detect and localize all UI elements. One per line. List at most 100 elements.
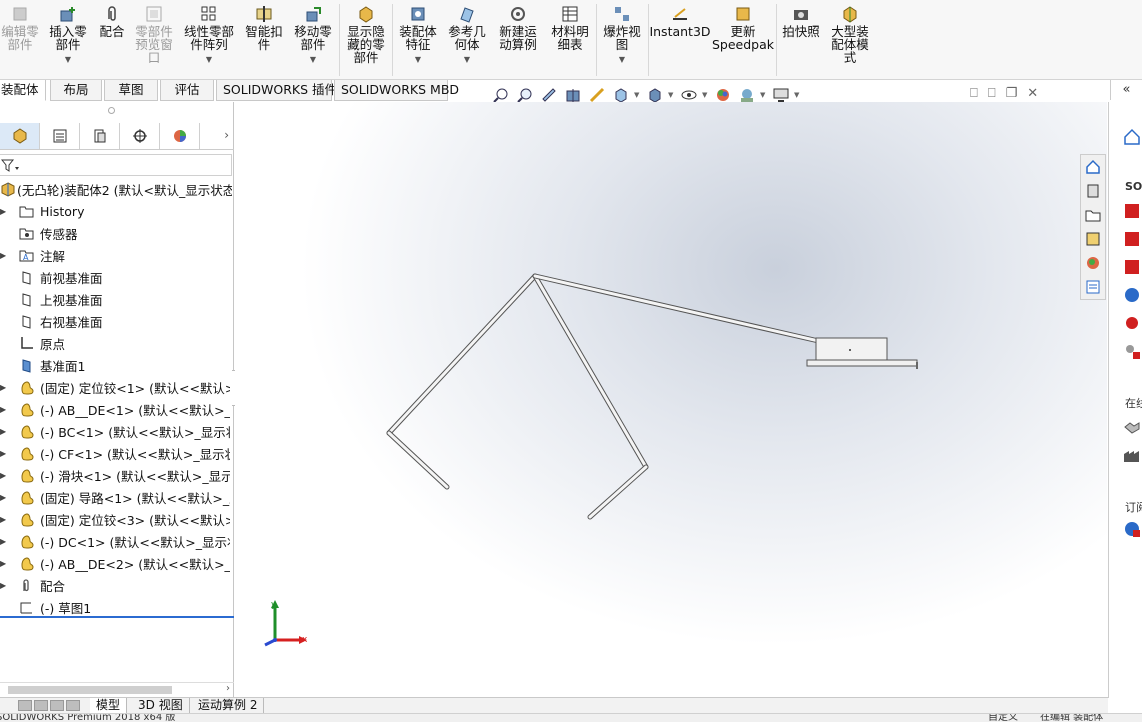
tree-node[interactable]: 传感器: [0, 222, 234, 244]
take-snapshot-button[interactable]: 拍快照: [780, 4, 822, 38]
tree-root-assembly[interactable]: (无凸轮)装配体2 (默认<默认_显示状态-: [0, 178, 234, 200]
tree-component-node[interactable]: ▶(固定) 定位铰<3> (默认<<默认>_显: [0, 508, 234, 530]
tab-3d-view[interactable]: 3D 视图: [132, 698, 190, 714]
chevron-down-icon[interactable]: ▼: [760, 91, 768, 99]
handshake-icon[interactable]: [1123, 418, 1141, 439]
tab-evaluate[interactable]: 评估: [160, 80, 214, 101]
smart-fasteners-button[interactable]: 智能扣 件: [242, 4, 286, 51]
tree-component-node[interactable]: ▶(固定) 定位铰<1> (默认<<默认>_显: [0, 376, 234, 398]
rollback-bar[interactable]: [0, 616, 234, 618]
home-icon[interactable]: [1081, 155, 1105, 179]
solidworks-fx2-icon[interactable]: [1123, 258, 1141, 279]
tab-motion-study-2[interactable]: 运动算例 2: [192, 698, 265, 714]
tree-node[interactable]: (-) 草图1: [0, 596, 234, 618]
tree-node[interactable]: 前视基准面: [0, 266, 234, 288]
expand-arrow-icon[interactable]: ▶: [0, 251, 6, 260]
graphics-area[interactable]: y x: [235, 102, 1107, 698]
tree-node[interactable]: 右视基准面: [0, 310, 234, 332]
task-pane-collapse-icon[interactable]: «: [1110, 80, 1142, 100]
custom-properties-icon[interactable]: [1081, 275, 1105, 299]
users-icon[interactable]: [1123, 342, 1141, 363]
horizontal-scrollbar[interactable]: ›: [0, 682, 234, 696]
chevron-down-icon[interactable]: ▼: [310, 53, 316, 66]
tree-node[interactable]: 上视基准面: [0, 288, 234, 310]
edit-component-button[interactable]: 编辑零 部件: [0, 4, 40, 51]
instant3d-button[interactable]: Instant3D: [649, 4, 711, 38]
chevron-down-icon[interactable]: ▼: [702, 91, 710, 99]
restore-icon[interactable]: ❐: [1006, 86, 1018, 101]
expand-arrow-icon[interactable]: ▶: [0, 471, 6, 480]
tab-solidworks-addins[interactable]: SOLIDWORKS 插件: [216, 80, 337, 101]
tree-component-node[interactable]: ▶(-) AB__DE<1> (默认<<默认>_显示: [0, 398, 234, 420]
expand-arrow-icon[interactable]: ▶: [0, 383, 6, 392]
view-palette-icon[interactable]: [1081, 227, 1105, 251]
insert-component-button[interactable]: 插入零 部件 ▼: [46, 4, 90, 66]
expand-arrow-icon[interactable]: ▶: [0, 559, 6, 568]
chevron-down-icon[interactable]: ▼: [65, 53, 71, 66]
tree-node[interactable]: 原点: [0, 332, 234, 354]
tab-assembly[interactable]: 装配体: [0, 80, 46, 101]
tab-layout[interactable]: 布局: [50, 80, 102, 101]
expand-arrow-icon[interactable]: ▶: [0, 537, 6, 546]
tab-model[interactable]: 模型: [90, 698, 128, 714]
guide-rail[interactable]: [806, 359, 918, 369]
expand-arrow-icon[interactable]: ▶: [0, 515, 6, 524]
property-manager-tab[interactable]: [40, 122, 80, 149]
tree-node[interactable]: ▶ A 注解: [0, 244, 234, 266]
tree-node[interactable]: ▶ History: [0, 200, 234, 222]
large-assembly-mode-button[interactable]: 大型装 配体模 式: [828, 4, 872, 64]
display-manager-tab[interactable]: [160, 122, 200, 149]
restore-right-icon[interactable]: ⎕: [988, 86, 996, 101]
chevron-down-icon[interactable]: ▼: [415, 53, 421, 66]
link-dc[interactable]: [532, 273, 649, 520]
feature-manager-tab[interactable]: [0, 122, 40, 149]
expand-arrow-icon[interactable]: ▶: [0, 405, 6, 414]
tree-component-node[interactable]: ▶ (-) BC<1> (默认<<默认>_显示状态: [0, 420, 234, 442]
expand-arrow-icon[interactable]: ▶: [0, 427, 6, 436]
restore-left-icon[interactable]: ⎕: [970, 86, 978, 101]
component-preview-window-button[interactable]: 零部件 预览窗 口: [132, 4, 176, 64]
expand-arrow-icon[interactable]: ▶: [0, 449, 6, 458]
tab-sketch[interactable]: 草图: [104, 80, 158, 101]
bill-of-materials-button[interactable]: 材料明 细表: [548, 4, 592, 51]
scroll-right-arrow-icon[interactable]: ›: [226, 683, 230, 694]
slider-block[interactable]: [815, 337, 888, 362]
file-explorer-icon[interactable]: [1081, 203, 1105, 227]
tab-navigation-arrows[interactable]: [18, 700, 80, 711]
new-motion-study-button[interactable]: 新建运 动算例: [496, 4, 540, 51]
tab-solidworks-mbd[interactable]: SOLIDWORKS MBD: [334, 80, 459, 101]
task-pane-home-icon[interactable]: [1123, 128, 1141, 149]
solidworks-fx-icon[interactable]: [1123, 230, 1141, 251]
chevron-down-icon[interactable]: ▼: [668, 91, 676, 99]
globe-icon[interactable]: [1123, 520, 1141, 541]
tree-component-node[interactable]: ▶(-) AB__DE<2> (默认<<默认>_显示: [0, 552, 234, 574]
tree-component-node[interactable]: ▶(-) DC<1> (默认<<默认>_显示状态: [0, 530, 234, 552]
reference-geometry-button[interactable]: 参考几 何体 ▼: [444, 4, 490, 66]
linear-component-pattern-button[interactable]: 线性零部 件阵列 ▼: [180, 4, 238, 66]
move-component-button[interactable]: 移动零 部件 ▼: [290, 4, 336, 66]
expand-arrow-icon[interactable]: ▶: [0, 493, 6, 502]
tree-component-node[interactable]: ▶ (-) 滑块<1> (默认<<默认>_显示状: [0, 464, 234, 486]
update-speedpak-button[interactable]: 更新 Speedpak: [712, 4, 774, 51]
chevron-down-icon[interactable]: ▼: [794, 91, 802, 99]
exploded-view-button[interactable]: 爆炸视 图 ▼: [600, 4, 644, 66]
link-cf[interactable]: [532, 273, 826, 345]
panel-splitter-handle[interactable]: [108, 107, 115, 114]
show-hidden-components-button[interactable]: 显示隐 藏的零 部件: [343, 4, 389, 64]
link-ab[interactable]: [386, 273, 538, 490]
sync-icon[interactable]: [1123, 286, 1141, 307]
tree-component-node[interactable]: ▶ (-) CF<1> (默认<<默认>_显示状态: [0, 442, 234, 464]
solidworks-resource-icon[interactable]: [1123, 202, 1141, 223]
configuration-manager-tab[interactable]: [80, 122, 120, 149]
dimxpert-manager-tab[interactable]: [120, 122, 160, 149]
expand-arrow-icon[interactable]: ▶: [0, 207, 6, 216]
tree-node[interactable]: 基准面1: [0, 354, 234, 376]
close-icon[interactable]: ✕: [1027, 86, 1038, 101]
feature-tree-filter[interactable]: [0, 154, 232, 176]
tree-node[interactable]: ▶ 配合: [0, 574, 234, 596]
appearances-icon[interactable]: [1081, 251, 1105, 275]
chevron-down-icon[interactable]: ▼: [619, 53, 625, 66]
chevron-down-icon[interactable]: ▼: [464, 53, 470, 66]
assembly-features-button[interactable]: 装配体 特征 ▼: [396, 4, 440, 66]
tree-component-node[interactable]: ▶(固定) 导路<1> (默认<<默认>_显示: [0, 486, 234, 508]
